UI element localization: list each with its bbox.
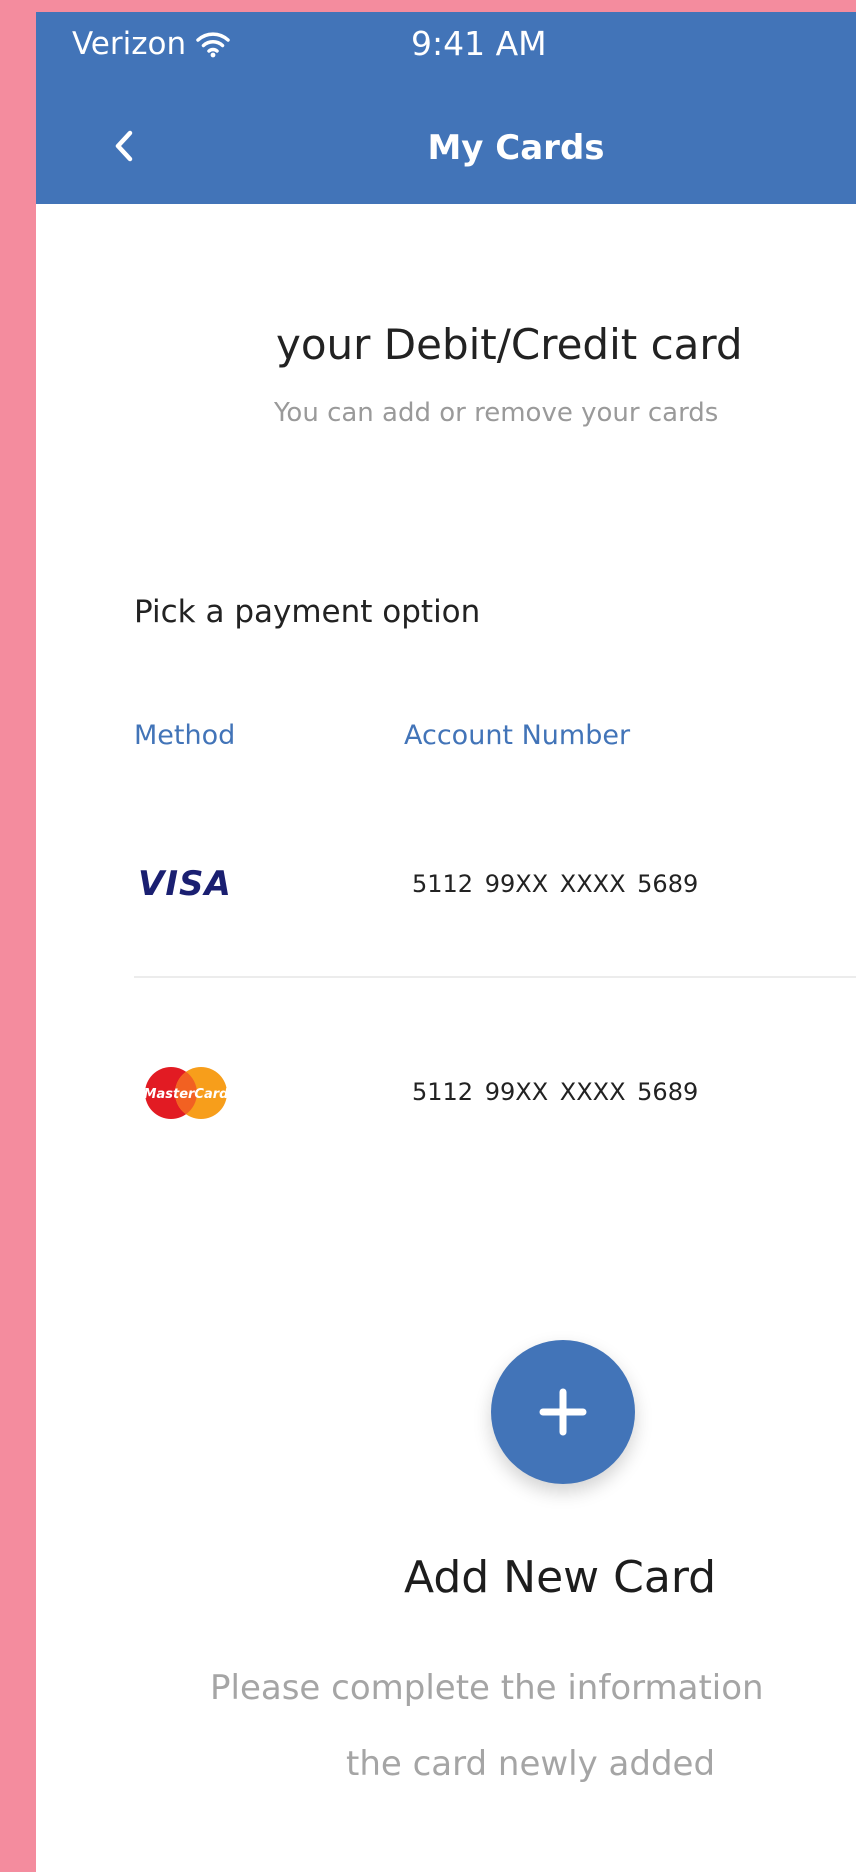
payment-section-label: Pick a payment option [134,594,481,630]
add-card-description: Please complete the information the card… [210,1650,856,1802]
status-carrier: Verizon [72,26,230,62]
card-row-visa[interactable]: VISA 5112 99XX XXXX 5689 [134,830,856,978]
status-time: 9:41 AM [411,24,547,63]
wifi-icon [196,32,230,58]
card-account-number: 5112 99XX XXXX 5689 [412,870,699,898]
add-card-description-line2: the card newly added [346,1744,716,1784]
back-button[interactable] [100,122,148,170]
column-header-method: Method [134,720,236,751]
app-bar: Verizon 9:41 AM My Cards [36,12,856,204]
cards-heading: your Debit/Credit card [276,320,743,369]
add-card-button[interactable] [491,1340,635,1484]
add-card-description-line1: Please complete the information [210,1668,764,1708]
card-account-number: 5112 99XX XXXX 5689 [412,1078,699,1106]
mastercard-logo-icon: MasterCard [144,1067,230,1119]
phone-screen: Verizon 9:41 AM My Cards your Debit/Cred… [36,12,856,1872]
chevron-left-icon [115,130,133,162]
visa-logo-icon: VISA [138,864,232,904]
cards-subheading: You can add or remove your cards [274,398,719,428]
card-row-mastercard[interactable]: MasterCard 5112 99XX XXXX 5689 [134,1042,856,1152]
page-title: My Cards [427,128,605,168]
column-header-account-number: Account Number [404,720,631,751]
plus-icon [539,1388,587,1436]
add-card-title: Add New Card [404,1552,717,1603]
mastercard-wordmark: MasterCard [144,1087,230,1102]
carrier-label: Verizon [72,26,187,62]
